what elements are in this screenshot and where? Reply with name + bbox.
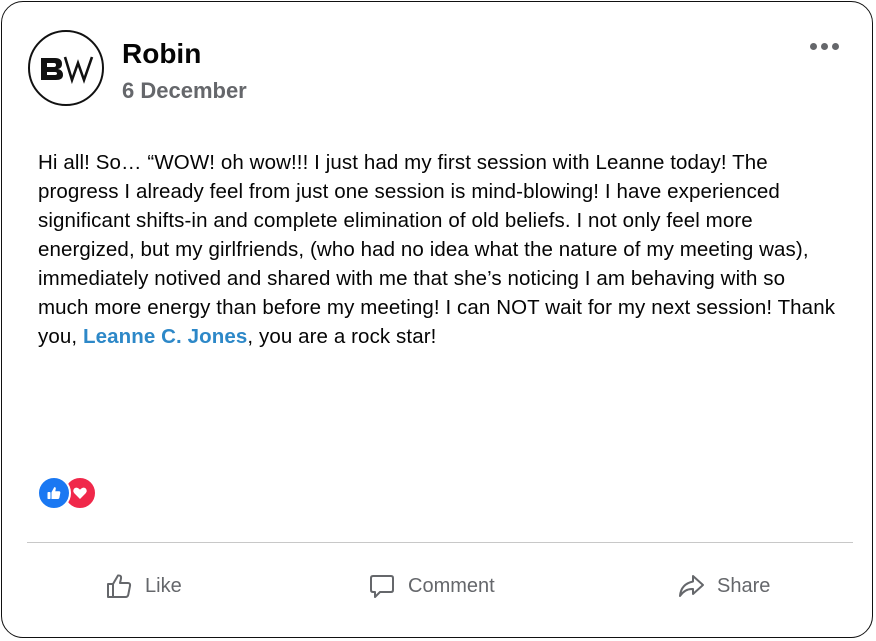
post-card: Robin 6 December Hi all! So… “WOW! oh wo… (1, 1, 873, 638)
like-reaction-icon (37, 476, 71, 510)
more-dot-icon (831, 42, 839, 50)
thumbs-up-icon (107, 574, 132, 598)
like-label: Like (145, 574, 182, 597)
like-button[interactable]: Like (105, 568, 182, 604)
share-arrow-icon (679, 575, 704, 597)
avatar[interactable] (28, 30, 104, 106)
share-label: Share (717, 574, 771, 597)
comment-icon (370, 575, 394, 598)
reactions-summary[interactable] (37, 476, 99, 510)
share-button[interactable]: Share (677, 568, 770, 604)
author-name[interactable]: Robin (122, 38, 201, 70)
post-text-body: Hi all! So… “WOW! oh wow!!! I just had m… (38, 151, 836, 348)
post-text: Hi all! So… “WOW! oh wow!!! I just had m… (38, 148, 838, 351)
comment-label: Comment (408, 574, 495, 597)
post-text-end: , you are a rock star! (247, 325, 437, 348)
comment-button[interactable]: Comment (368, 568, 495, 604)
more-options-button[interactable] (802, 32, 846, 60)
more-dot-icon (809, 42, 817, 50)
post-date[interactable]: 6 December (122, 78, 247, 104)
divider (27, 542, 853, 543)
mention-link[interactable]: Leanne C. Jones (83, 325, 247, 348)
more-dot-icon (820, 42, 828, 50)
bw-logo (41, 56, 94, 85)
